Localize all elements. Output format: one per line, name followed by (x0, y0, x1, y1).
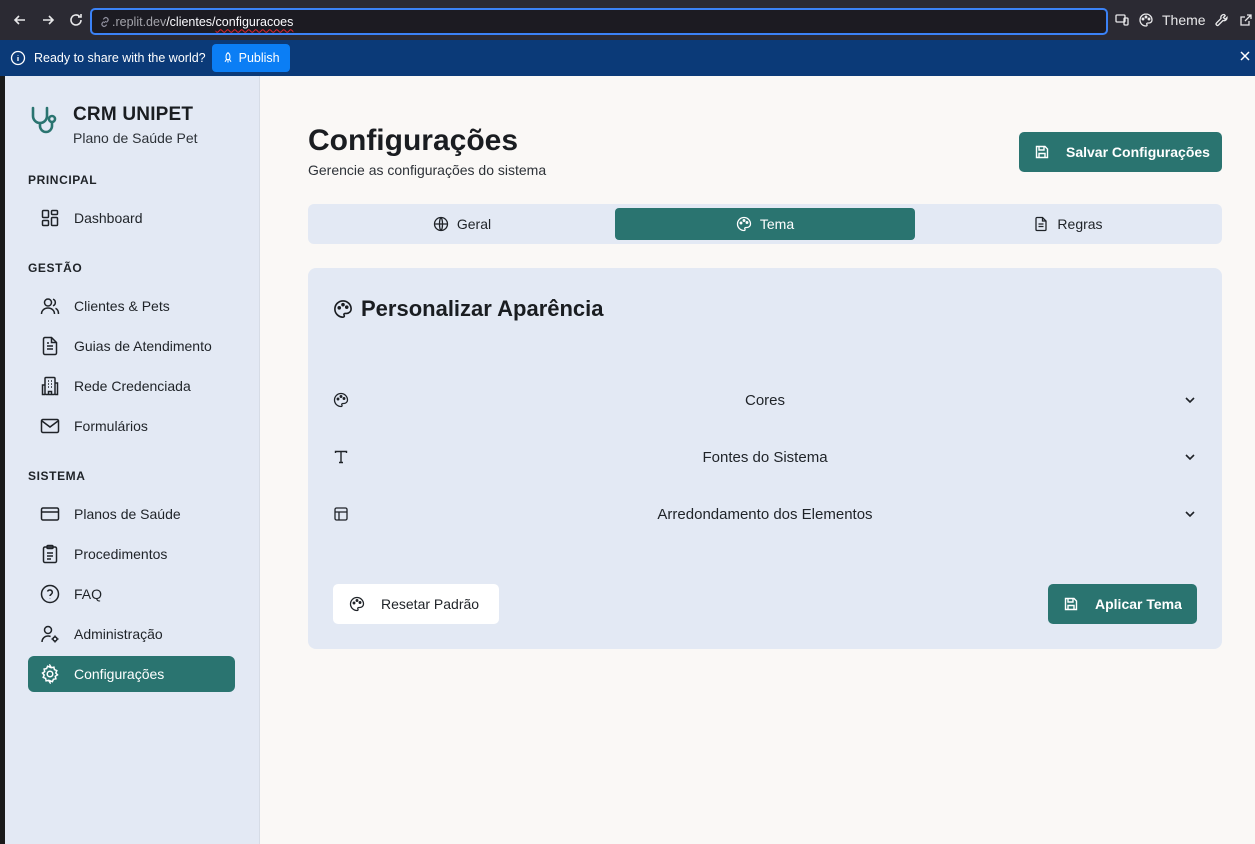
page-subtitle: Gerencie as configurações do sistema (308, 162, 547, 178)
wrench-icon[interactable] (1214, 12, 1230, 28)
sidebar-item-planos[interactable]: Planos de Saúde (28, 496, 235, 532)
url-path-misspelled: configuracoes (215, 14, 294, 29)
user-cog-icon (41, 625, 59, 643)
accordion-fontes[interactable]: Fontes do Sistema (333, 440, 1197, 474)
brand: CRM UNIPET Plano de Saúde Pet (27, 104, 198, 146)
theme-label[interactable]: Theme (1162, 12, 1206, 28)
palette-icon (349, 596, 365, 612)
close-icon[interactable] (1239, 50, 1251, 62)
reset-default-button[interactable]: Resetar Padrão (333, 584, 499, 624)
chevron-down-icon (1185, 454, 1195, 461)
sidebar-item-label: Rede Credenciada (74, 378, 191, 394)
accordion-label: Fontes do Sistema (702, 448, 828, 466)
sidebar-item-administracao[interactable]: Administração (28, 616, 235, 652)
sidebar-item-guias[interactable]: Guias de Atendimento (28, 328, 235, 364)
sidebar-item-label: Dashboard (74, 210, 143, 226)
settings-tabs: Geral Tema Regras (308, 204, 1222, 244)
sidebar-item-label: Administração (74, 626, 163, 642)
users-icon (40, 298, 60, 315)
save-settings-label: Salvar Configurações (1066, 144, 1210, 160)
forward-button[interactable] (34, 6, 62, 34)
globe-icon (433, 216, 449, 232)
accordion-label: Arredondamento dos Elementos (657, 505, 873, 523)
accordion-arredondamento[interactable]: Arredondamento dos Elementos (333, 497, 1197, 531)
sidebar-item-faq[interactable]: FAQ (28, 576, 235, 612)
section-sistema: SISTEMA (28, 469, 86, 483)
devices-icon[interactable] (1114, 12, 1130, 28)
credit-card-icon (40, 507, 60, 521)
palette-icon[interactable] (1138, 12, 1154, 28)
reset-default-label: Resetar Padrão (381, 596, 480, 612)
back-button[interactable] (6, 6, 34, 34)
settings-icon (41, 664, 59, 684)
brand-title: CRM UNIPET (73, 104, 194, 125)
palette-icon (736, 216, 752, 232)
section-gestao: GESTÃO (28, 261, 83, 275)
arrow-left-icon (13, 15, 25, 25)
apply-theme-label: Aplicar Tema (1095, 596, 1182, 612)
sidebar-item-clientes[interactable]: Clientes & Pets (28, 288, 235, 324)
browser-toolbar: .replit.dev/clientes/configuracoes Theme (0, 0, 1255, 40)
sidebar-item-label: Clientes & Pets (74, 298, 170, 314)
page-title: Configurações (308, 124, 519, 157)
palette-icon (334, 300, 352, 318)
url-host: .replit.dev (112, 14, 167, 29)
publish-label: Publish (238, 51, 280, 65)
help-circle-icon (40, 584, 60, 604)
banner-message: Ready to share with the world? (34, 51, 206, 65)
rocket-icon (224, 52, 232, 63)
chevron-down-icon (1185, 397, 1195, 404)
tab-geral[interactable]: Geral (312, 208, 612, 240)
tab-label: Geral (456, 216, 492, 232)
reload-button[interactable] (62, 6, 90, 34)
theme-card: Personalizar Aparência Cores Fontes do S… (308, 268, 1222, 649)
section-principal: PRINCIPAL (28, 173, 98, 187)
reload-icon (70, 14, 82, 26)
save-icon (1035, 145, 1049, 159)
publish-button[interactable]: Publish (211, 44, 290, 72)
sidebar-item-label: Planos de Saúde (74, 506, 181, 522)
arrow-right-icon (43, 15, 55, 25)
file-text-icon (42, 336, 58, 356)
tab-regras[interactable]: Regras (918, 208, 1218, 240)
dashboard-icon (41, 209, 59, 227)
save-settings-button[interactable]: Salvar Configurações (1019, 132, 1222, 172)
clipboard-icon (42, 544, 58, 564)
brand-subtitle: Plano de Saúde Pet (73, 130, 198, 146)
stethoscope-icon (31, 106, 57, 134)
save-icon (1064, 597, 1078, 611)
sidebar-item-label: Procedimentos (74, 546, 168, 562)
publish-banner: Ready to share with the world? Publish (0, 40, 1255, 76)
link-icon (101, 16, 109, 27)
accordion-label: Cores (744, 391, 785, 409)
card-title-text: Personalizar Aparência (361, 296, 604, 321)
card-title: Personalizar Aparência (333, 296, 604, 322)
sidebar-item-label: Formulários (74, 418, 148, 434)
sidebar-item-rede[interactable]: Rede Credenciada (28, 368, 235, 404)
external-icon[interactable] (1238, 12, 1254, 28)
sidebar-item-formularios[interactable]: Formulários (28, 408, 235, 444)
sidebar-item-label: FAQ (74, 586, 103, 602)
url-bar[interactable]: .replit.dev/clientes/configuracoes (90, 8, 1108, 35)
sidebar-item-configuracoes[interactable]: Configurações (28, 656, 235, 692)
sidebar-item-label: Configurações (74, 666, 165, 682)
accordion-cores[interactable]: Cores (333, 383, 1197, 417)
sidebar-item-dashboard[interactable]: Dashboard (28, 200, 235, 236)
apply-theme-button[interactable]: Aplicar Tema (1048, 584, 1197, 624)
tab-label: Regras (1057, 216, 1103, 232)
mail-icon (40, 418, 60, 434)
chevron-down-icon (1185, 511, 1195, 518)
url-path-prefix: /clientes/ (166, 14, 216, 29)
file-text-icon (1035, 216, 1048, 232)
tab-label: Tema (759, 216, 795, 232)
tab-tema[interactable]: Tema (615, 208, 915, 240)
building-icon (41, 376, 59, 396)
sidebar: CRM UNIPET Plano de Saúde Pet PRINCIPAL … (5, 76, 260, 844)
info-icon (10, 50, 26, 66)
sidebar-item-label: Guias de Atendimento (74, 338, 212, 354)
sidebar-item-procedimentos[interactable]: Procedimentos (28, 536, 235, 572)
